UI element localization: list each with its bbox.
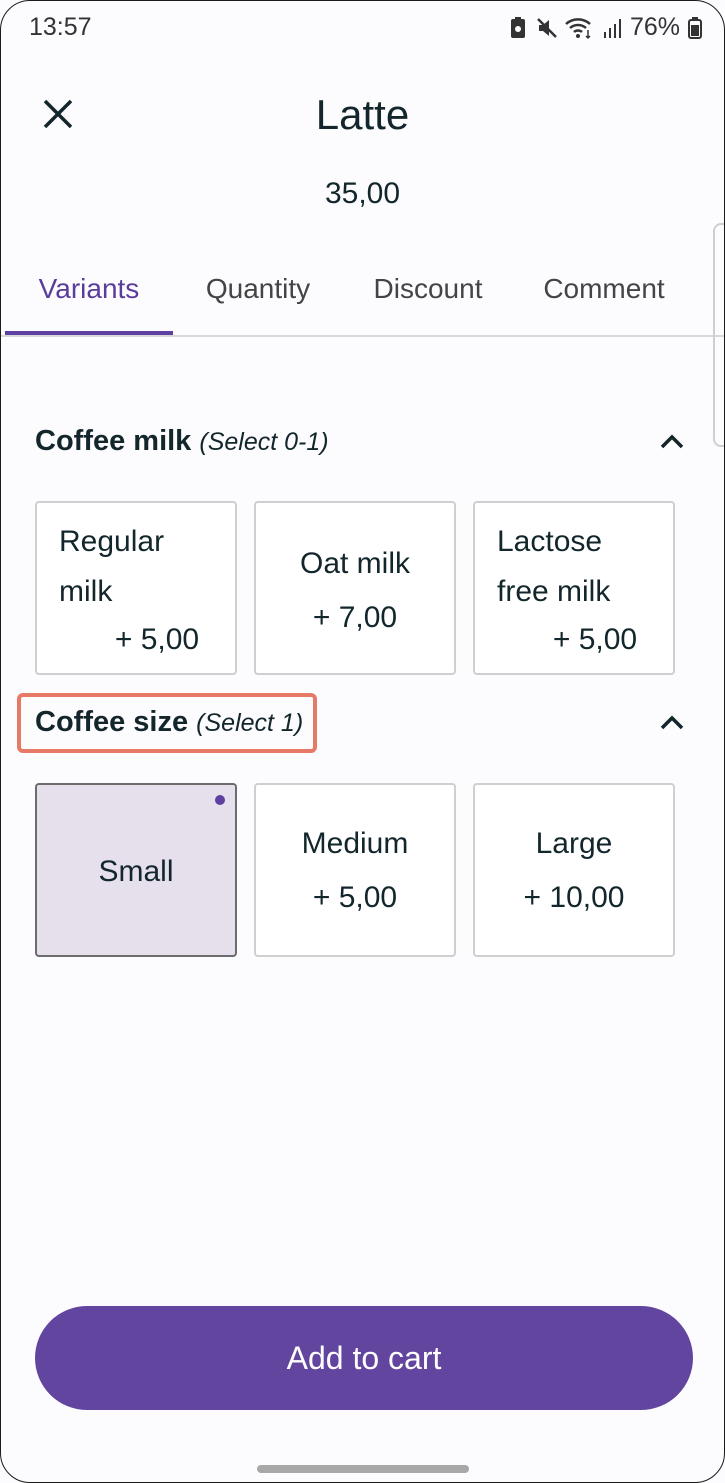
section-title: Coffee size: [35, 706, 189, 738]
option-small[interactable]: Small: [35, 783, 237, 957]
option-medium[interactable]: Medium + 5,00: [254, 783, 456, 957]
app-screen: 13:57 76% Latte 35,00 Variants Quantity …: [0, 0, 725, 1483]
section-hint: (Select 0-1): [199, 428, 329, 456]
option-price: + 10,00: [523, 881, 625, 914]
status-time: 13:57: [29, 13, 92, 41]
section-title: Coffee milk: [35, 425, 192, 457]
chevron-up-icon: [660, 434, 684, 449]
option-price: + 5,00: [552, 623, 638, 656]
section-header-coffee-milk: Coffee milk (Select 0-1): [35, 425, 329, 458]
option-price: + 7,00: [312, 601, 398, 634]
status-icons: 76%: [508, 13, 702, 42]
battery-saver-icon: [508, 16, 528, 40]
section-hint: (Select 1): [196, 709, 304, 737]
option-price: + 5,00: [312, 881, 398, 914]
option-name: Lactose free milk: [497, 525, 611, 608]
tab-variants[interactable]: Variants: [5, 259, 173, 335]
option-oat-milk[interactable]: Oat milk + 7,00: [254, 501, 456, 675]
wifi-icon: [564, 16, 594, 40]
signal-icon: [602, 16, 622, 40]
battery-percentage: 76%: [629, 13, 680, 41]
tab-bar: Variants Quantity Discount Comment: [1, 259, 724, 337]
status-bar: 13:57 76%: [1, 1, 724, 57]
tab-quantity[interactable]: Quantity: [173, 259, 343, 333]
collapse-coffee-size-button[interactable]: [658, 712, 686, 732]
option-name: Small: [98, 855, 174, 888]
battery-icon: [688, 16, 702, 40]
option-name: Large: [535, 827, 613, 860]
option-regular-milk[interactable]: Regular milk + 5,00: [35, 501, 237, 675]
chevron-up-icon: [660, 715, 684, 730]
tab-comment[interactable]: Comment: [513, 259, 695, 333]
option-large[interactable]: Large + 10,00: [473, 783, 675, 957]
option-price: + 5,00: [114, 623, 200, 656]
home-indicator[interactable]: [257, 1465, 469, 1473]
section-header-coffee-size: Coffee size (Select 1): [35, 706, 303, 739]
selected-indicator-dot: [215, 795, 225, 805]
add-to-cart-button[interactable]: Add to cart: [35, 1306, 693, 1410]
tab-discount[interactable]: Discount: [343, 259, 513, 333]
option-lactose-free-milk[interactable]: Lactose free milk + 5,00: [473, 501, 675, 675]
collapse-coffee-milk-button[interactable]: [658, 431, 686, 451]
mute-icon: [536, 16, 557, 40]
product-price: 35,00: [324, 177, 401, 210]
tab-scroll-indicator[interactable]: [713, 223, 724, 447]
option-name: Oat milk: [299, 547, 410, 580]
option-name: Regular milk: [59, 525, 165, 608]
product-title: Latte: [315, 91, 410, 138]
option-name: Medium: [301, 827, 409, 860]
